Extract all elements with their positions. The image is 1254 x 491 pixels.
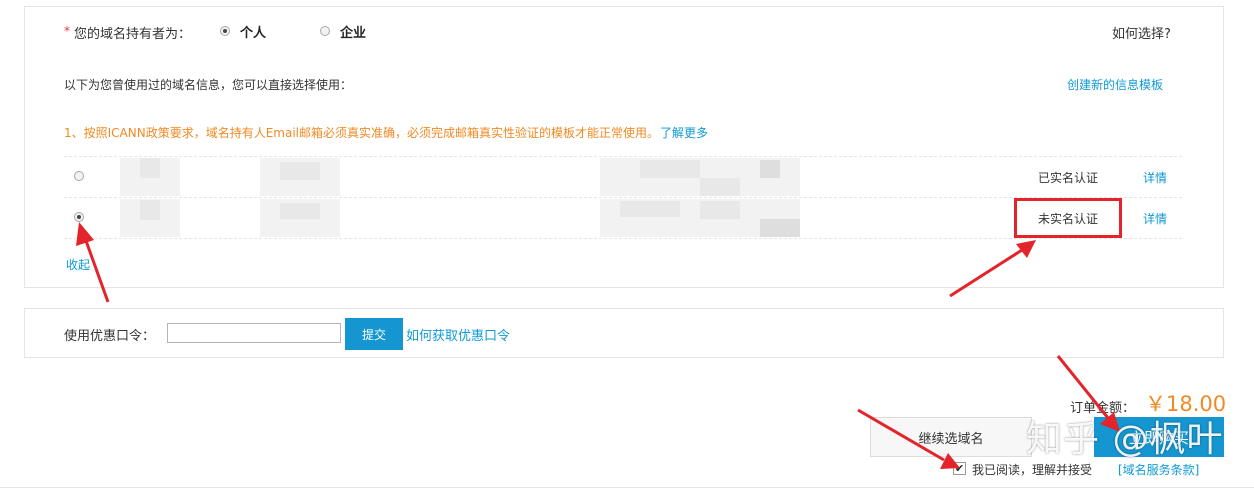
history-intro-text: 以下为您曾使用过的域名信息，您可以直接选择使用： (64, 78, 353, 92)
radio-company[interactable] (320, 26, 330, 36)
detail-link[interactable]: 详情 (1143, 169, 1167, 186)
coupon-input[interactable] (167, 323, 341, 343)
submit-coupon-button[interactable]: 提交 (345, 318, 403, 350)
collapse-link[interactable]: 收起 (66, 256, 90, 273)
template-radio[interactable] (74, 212, 84, 222)
agree-checkbox[interactable]: ✔ (953, 462, 966, 475)
row-divider (64, 156, 1182, 157)
how-to-get-coupon-link[interactable]: 如何获取优惠口令 (406, 325, 510, 344)
template-radio[interactable] (74, 171, 84, 181)
learn-more-link[interactable]: 了解更多 (660, 124, 708, 141)
create-template-link[interactable]: 创建新的信息模板 (1067, 76, 1163, 93)
required-mark: * (64, 24, 70, 38)
annotation-highlight-box (1014, 198, 1122, 238)
option-personal-label: 个人 (240, 26, 267, 41)
domain-holder-panel (24, 6, 1224, 288)
how-to-choose-link[interactable]: 如何选择? (1112, 23, 1171, 42)
footer-divider (0, 487, 1254, 488)
icann-notice: 1、按照ICANN政策要求，域名持有人Email邮箱必须真实准确，必须完成邮箱真… (64, 126, 660, 140)
watermark-text: 知乎 @枫叶 (1026, 419, 1224, 460)
continue-selecting-button[interactable]: 继续选域名 (870, 417, 1032, 457)
holder-type-label: 您的域名持有者为： (74, 27, 192, 42)
option-company-label: 企业 (340, 26, 367, 41)
coupon-label: 使用优惠口令： (64, 329, 156, 344)
terms-link[interactable]: [域名服务条款] (1118, 461, 1199, 478)
detail-link[interactable]: 详情 (1143, 210, 1167, 227)
radio-personal[interactable] (220, 26, 230, 36)
row-divider (64, 238, 1182, 239)
verification-status: 已实名认证 (1038, 171, 1099, 185)
agree-text: 我已阅读，理解并接受 (972, 463, 1093, 477)
